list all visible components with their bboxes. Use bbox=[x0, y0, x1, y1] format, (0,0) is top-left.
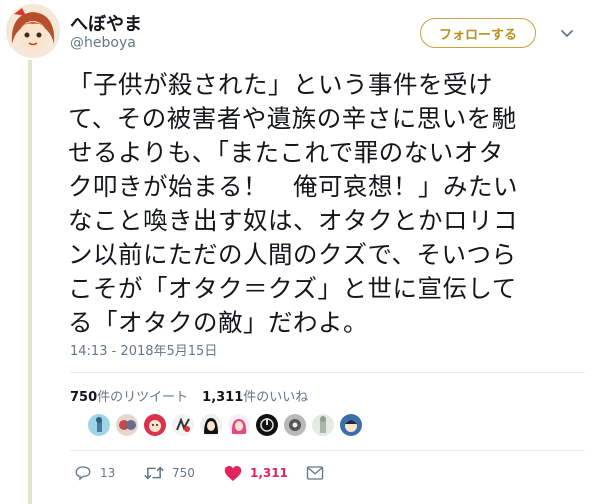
like-stat[interactable]: 1,311件のいいね bbox=[202, 386, 308, 405]
tweet-line: こそが「オタク＝クズ」と世に宣伝して bbox=[68, 274, 517, 303]
retweet-stat-count: 750 bbox=[70, 390, 98, 405]
divider bbox=[70, 372, 585, 373]
liker-avatar-2[interactable] bbox=[116, 414, 138, 436]
follow-button[interactable]: フォローする bbox=[420, 18, 536, 48]
liker-avatar-5[interactable] bbox=[200, 414, 222, 436]
retweet-stat-label: 件のリツイート bbox=[97, 390, 189, 405]
envelope-icon bbox=[306, 466, 324, 480]
liker-avatar-6[interactable] bbox=[228, 414, 250, 436]
liker-avatars bbox=[88, 414, 362, 436]
chevron-down-icon[interactable] bbox=[558, 25, 576, 43]
thread-rule bbox=[28, 60, 32, 504]
heart-icon bbox=[224, 465, 242, 481]
engagement-stats: 750件のリツイート 1,311件のいいね bbox=[70, 386, 308, 405]
tweet-line: せるよりも、「またこれで罪のないオタ bbox=[68, 138, 504, 167]
divider bbox=[70, 450, 585, 451]
tweet-line: ン以前にただの人間のクズで、そいつら bbox=[68, 240, 517, 269]
user-handle[interactable]: @heboya bbox=[70, 35, 136, 51]
reply-button[interactable]: 13 bbox=[74, 464, 144, 482]
tweet-timestamp[interactable]: 14:13 - 2018年5月15日 bbox=[70, 340, 217, 359]
retweet-icon bbox=[144, 466, 164, 480]
liker-avatar-3[interactable] bbox=[144, 414, 166, 436]
reply-count: 13 bbox=[100, 466, 116, 480]
liker-avatar-10[interactable] bbox=[340, 414, 362, 436]
liker-avatar-4[interactable] bbox=[172, 414, 194, 436]
like-stat-count: 1,311 bbox=[202, 390, 244, 405]
like-stat-label: 件のいいね bbox=[243, 390, 309, 405]
retweet-button[interactable]: 750 bbox=[144, 464, 224, 482]
display-name[interactable]: へぼやま bbox=[70, 10, 142, 36]
tweet-line: て、その被害者や遺族の辛さに思いを馳 bbox=[68, 104, 517, 133]
tweet-line: ク叩きが始まる！ 俺可哀想！」みたい bbox=[68, 172, 518, 201]
reply-icon bbox=[75, 466, 91, 481]
liker-avatar-7[interactable] bbox=[256, 414, 278, 436]
tweet-line: 「子供が殺された」という事件を受け bbox=[68, 70, 493, 99]
user-avatar[interactable] bbox=[6, 4, 60, 58]
tweet-actions: 13 750 1,311 bbox=[74, 464, 324, 482]
retweet-count: 750 bbox=[172, 466, 195, 480]
liker-avatar-8[interactable] bbox=[284, 414, 306, 436]
tweet-line: なこと喚き出す奴は、オタクとかロリコ bbox=[68, 206, 518, 235]
direct-message-button[interactable] bbox=[306, 465, 324, 481]
liker-avatar-9[interactable] bbox=[312, 414, 334, 436]
like-button[interactable]: 1,311 bbox=[224, 465, 306, 482]
avatar-illustration bbox=[6, 4, 60, 58]
liker-avatar-1[interactable] bbox=[88, 414, 110, 436]
tweet-text: 「子供が殺された」という事件を受け て、その被害者や遺族の辛さに思いを馳 せるよ… bbox=[68, 68, 588, 340]
tweet-line: る「オタクの敵」だわよ。 bbox=[68, 308, 368, 337]
like-count: 1,311 bbox=[250, 466, 288, 480]
retweet-stat[interactable]: 750件のリツイート bbox=[70, 386, 188, 405]
